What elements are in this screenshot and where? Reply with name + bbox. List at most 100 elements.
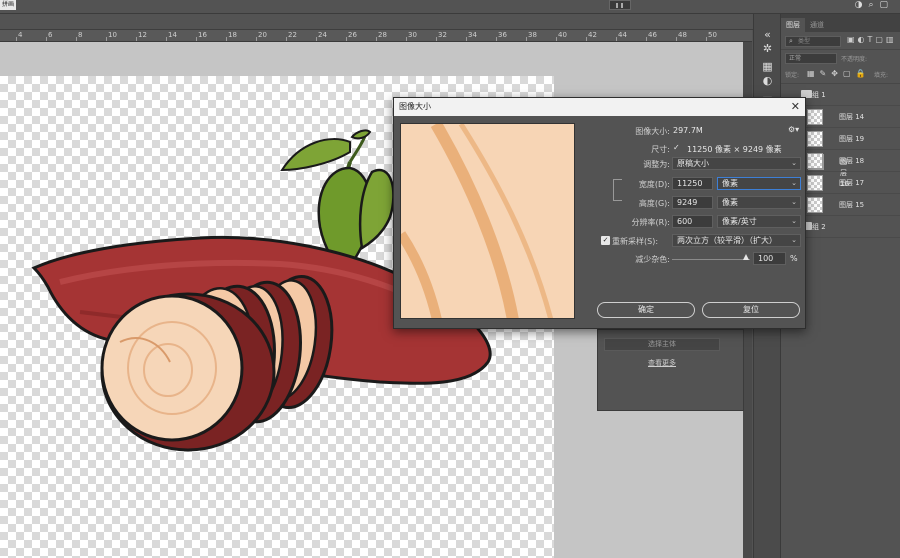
chevron-down-icon: ⌄ <box>791 217 797 225</box>
ruler-tick-label: 34 <box>468 31 477 39</box>
kind-filter-label: 类型 <box>798 38 811 45</box>
layer-thumbnail[interactable] <box>807 109 823 125</box>
fit-to-select[interactable]: 原稿大小 ⌄ <box>672 157 801 170</box>
layer-thumbnail[interactable] <box>807 131 823 147</box>
ruler-tick-label: 48 <box>678 31 687 39</box>
resample-checkbox[interactable]: ✓ <box>601 236 610 245</box>
ruler-tick-mark <box>316 37 317 41</box>
resample-method-select[interactable]: 两次立方（较平滑）（扩大） ⌄ <box>672 234 801 247</box>
ruler-tick-mark <box>16 37 17 41</box>
layer-name[interactable]: 图层 18 <box>839 156 864 166</box>
resolution-unit-select[interactable]: 像素/英寸 ⌄ <box>717 215 801 228</box>
ruler-tick-mark <box>46 37 47 41</box>
top-left-button[interactable]: 拼画 <box>0 0 16 10</box>
reduce-noise-slider-handle[interactable] <box>743 254 749 260</box>
workspace-icon[interactable]: ▢ <box>879 0 894 10</box>
see-more-link[interactable]: 查看更多 <box>648 358 676 368</box>
filter-icons[interactable]: ▣◐T▢▥ <box>847 35 897 44</box>
dimensions-value: 11250 像素 × 9249 像素 <box>687 145 782 154</box>
ruler-tick-label: 10 <box>108 31 117 39</box>
width-unit: 像素 <box>722 179 738 188</box>
ruler-tick-mark <box>586 37 587 41</box>
resample-method-value: 两次立方（较平滑）（扩大） <box>677 236 777 245</box>
ruler-tick-mark <box>136 37 137 41</box>
collapse-icon[interactable]: « <box>761 28 774 41</box>
width-label: 宽度(D): <box>638 180 670 189</box>
fit-to-value: 原稿大小 <box>677 159 709 168</box>
search-icon[interactable]: ⌕ <box>868 0 879 10</box>
ruler-tick-label: 38 <box>528 31 537 39</box>
layer-name[interactable]: 组 1 <box>812 90 826 100</box>
layer-thumbnail[interactable] <box>807 175 823 191</box>
height-input[interactable]: 9249 <box>672 196 713 209</box>
ruler-tick-mark <box>436 37 437 41</box>
ruler-tick-label: 32 <box>438 31 447 39</box>
ruler-tick-label: 8 <box>78 31 83 39</box>
reset-button[interactable]: 复位 <box>702 302 800 318</box>
lock-icons[interactable]: ▦✎✥▢🔒 <box>807 69 870 78</box>
chevron-down-icon: ⌄ <box>791 179 797 187</box>
image-size-value: 297.7M <box>673 126 703 135</box>
horizontal-ruler: 4 6 8 10 12 14 16 18 20 22 24 26 28 30 32 34 36 38 40 42 44 4… <box>0 30 752 42</box>
pause-icon[interactable] <box>609 0 631 10</box>
close-icon[interactable]: ✕ <box>791 98 800 116</box>
filter-row: ⌕ 类型 ▣◐T▢▥ <box>781 32 900 50</box>
ruler-tick-mark <box>616 37 617 41</box>
gear-icon[interactable]: ⚙▾ <box>788 125 799 134</box>
layer-thumbnail[interactable] <box>807 197 823 213</box>
lock-row: 锁定: ▦✎✥▢🔒 填充: <box>781 67 900 84</box>
width-input[interactable]: 11250 <box>672 177 713 190</box>
ruler-tick-label: 6 <box>48 31 53 39</box>
ruler-tick-label: 42 <box>588 31 597 39</box>
tab-layers[interactable]: 图层 <box>781 18 805 32</box>
ruler-tick-label: 36 <box>498 31 507 39</box>
ruler-tick-label: 50 <box>708 31 717 39</box>
image-size-label: 图像大小: <box>635 127 670 136</box>
ruler-tick-label: 40 <box>558 31 567 39</box>
layer-name[interactable]: 图层 15 <box>839 200 864 210</box>
share-icon[interactable]: ◑ <box>855 0 869 10</box>
app-topbar: 拼画 ◑⌕▢ <box>0 0 900 14</box>
blend-row: 正常 不透明度: <box>781 50 900 67</box>
top-right-icons[interactable]: ◑⌕▢ <box>855 0 894 10</box>
ruler-tick-mark <box>376 37 377 41</box>
contextual-task-panel: 选择主体 查看更多 <box>597 329 744 411</box>
chevron-down-icon[interactable]: ✓ <box>673 143 680 152</box>
chevron-down-icon: ⌄ <box>791 236 797 244</box>
ruler-tick-mark <box>706 37 707 41</box>
select-subject-button[interactable]: 选择主体 <box>604 338 720 351</box>
ruler-tick-mark <box>106 37 107 41</box>
resolution-input[interactable]: 600 <box>672 215 713 228</box>
width-unit-select[interactable]: 像素 ⌄ <box>717 177 801 190</box>
ruler-tick-mark <box>526 37 527 41</box>
ruler-tick-mark <box>256 37 257 41</box>
image-preview[interactable] <box>400 123 575 319</box>
adjust-icon[interactable]: ✲ <box>761 42 774 55</box>
lock-label: 锁定: <box>785 72 800 79</box>
ruler-tick-mark <box>496 37 497 41</box>
layer-name[interactable]: 组 2 <box>812 222 826 232</box>
ruler-tick-mark <box>196 37 197 41</box>
pattern-icon[interactable]: ▦ <box>761 60 774 73</box>
ruler-tick-mark <box>406 37 407 41</box>
ruler-tick-label: 18 <box>228 31 237 39</box>
preview-image <box>401 124 574 318</box>
height-unit-select[interactable]: 像素 ⌄ <box>717 196 801 209</box>
layer-thumbnail[interactable] <box>807 153 823 169</box>
color-icon[interactable]: ◐ <box>761 74 774 87</box>
fit-to-label: 调整为: <box>643 160 670 169</box>
reduce-noise-slider[interactable] <box>672 259 750 260</box>
ok-button[interactable]: 确定 <box>597 302 695 318</box>
ruler-tick-mark <box>676 37 677 41</box>
blend-mode-select[interactable]: 正常 <box>785 53 837 64</box>
ruler-tick-label: 22 <box>288 31 297 39</box>
height-unit: 像素 <box>722 198 738 207</box>
layer-name[interactable]: 图层 14 <box>839 112 864 122</box>
layer-name[interactable]: 图层 19 <box>839 134 864 144</box>
reduce-noise-input[interactable]: 100 <box>753 252 786 265</box>
layer-name[interactable]: 图层 17 <box>839 178 864 188</box>
tab-channels[interactable]: 通道 <box>805 18 829 32</box>
ruler-tick-mark <box>556 37 557 41</box>
dimensions-label: 尺寸: <box>651 145 670 154</box>
kind-filter[interactable]: ⌕ 类型 <box>785 36 841 47</box>
